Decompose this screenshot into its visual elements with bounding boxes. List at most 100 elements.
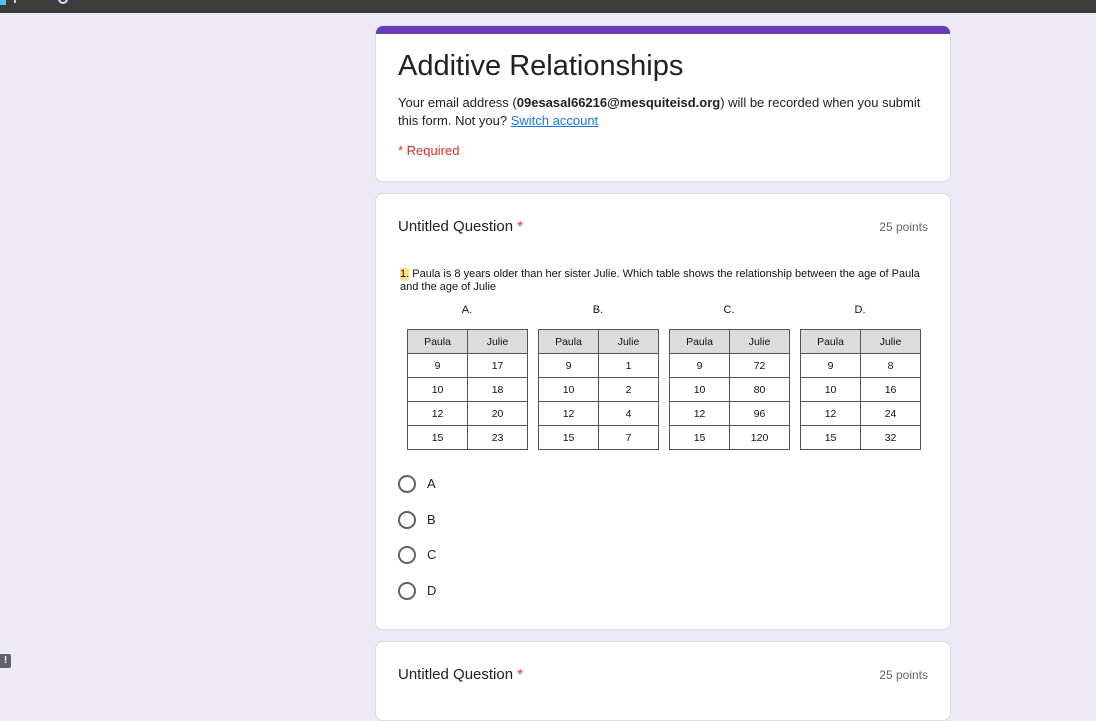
table-header: Julie (598, 329, 659, 354)
table-row: 12 4 (537, 401, 659, 426)
tab-icon (14, 0, 16, 3)
question-points: 25 points (879, 220, 928, 234)
form-title: Additive Relationships (398, 50, 684, 82)
table-cell: 9 (799, 353, 862, 378)
required-star: * (517, 218, 524, 235)
table-row: 12 20 (406, 401, 528, 426)
table-cell: 120 (729, 425, 790, 450)
question-number: 1. (400, 268, 410, 280)
table-row: 98 (799, 353, 921, 378)
table-header: Paula (668, 329, 731, 354)
table-cell: 96 (729, 401, 790, 426)
question-title: Untitled Question * (398, 218, 523, 235)
table-cell: 15 (537, 425, 600, 450)
table-header-row: Paula Julie (537, 329, 659, 354)
table-row: 91 (537, 353, 659, 378)
required-note: * Required (398, 143, 460, 158)
question-card: Untitled Question * 25 points 1. Paula i… (375, 193, 951, 630)
table-header: Paula (799, 329, 862, 354)
browser-top-bar (0, 0, 1096, 13)
table-cell: 15 (799, 425, 862, 450)
table-cell: 4 (598, 401, 659, 426)
table-row: 10 2 (537, 377, 659, 402)
table-cell: 20 (467, 401, 528, 426)
table-header-row: Paula Julie (668, 329, 790, 354)
choice-label: D (427, 583, 437, 598)
table-a: Paula Julie 9 17 10 18 12 20 15 23 (406, 329, 528, 450)
email-notice: Your email address (09esasal66216@mesqui… (398, 94, 928, 130)
choice-label: C (427, 547, 437, 562)
choice-label: A (427, 476, 436, 491)
table-cell: 10 (799, 377, 862, 402)
table-row: 15 7 (537, 425, 659, 450)
table-b: Paula Julie 91 10 2 12 4 15 7 (537, 329, 659, 450)
choice-c[interactable]: C (398, 544, 598, 568)
choice-a[interactable]: A (398, 473, 598, 497)
loading-icon (58, 0, 68, 4)
question-title-text: Untitled Question (398, 218, 514, 235)
table-row: 9 17 (406, 353, 528, 378)
radio-button[interactable] (398, 511, 416, 529)
table-cell: 12 (537, 401, 600, 426)
table-cell: 9 (668, 353, 731, 378)
radio-button[interactable] (398, 475, 416, 493)
table-letter-d: D. (854, 304, 866, 316)
form-accent-bar (376, 26, 950, 34)
table-letter-c: C. (723, 304, 735, 316)
table-cell: 1 (598, 353, 659, 378)
table-row: 15 23 (406, 425, 528, 450)
question-title-text: Untitled Question (398, 666, 514, 683)
choice-b[interactable]: B (398, 509, 598, 533)
table-letter-b: B. (592, 304, 604, 316)
table-row: 15 32 (799, 425, 921, 450)
table-header-row: Paula Julie (799, 329, 921, 354)
table-cell: 18 (467, 377, 528, 402)
table-cell: 10 (406, 377, 469, 402)
table-row: 10 16 (799, 377, 921, 402)
app-icon[interactable] (0, 0, 6, 5)
choice-d[interactable]: D (398, 580, 598, 604)
radio-button[interactable] (398, 582, 416, 600)
table-cell: 12 (668, 401, 731, 426)
table-row: 9 72 (668, 353, 790, 378)
table-header: Julie (860, 329, 921, 354)
table-cell: 7 (598, 425, 659, 450)
question-body: Paula is 8 years older than her sister J… (400, 268, 920, 293)
table-row: 15 120 (668, 425, 790, 450)
table-cell: 72 (729, 353, 790, 378)
table-row: 10 18 (406, 377, 528, 402)
question-points: 25 points (879, 668, 928, 682)
table-cell: 10 (668, 377, 731, 402)
feedback-button[interactable]: ! (0, 654, 11, 668)
table-row: 12 96 (668, 401, 790, 426)
question-card-2: Untitled Question * 25 points (375, 641, 951, 721)
table-row: 12 24 (799, 401, 921, 426)
choice-label: B (427, 512, 436, 527)
email-prefix: Your email address ( (398, 95, 517, 110)
radio-button[interactable] (398, 546, 416, 564)
table-cell: 10 (537, 377, 600, 402)
table-c: Paula Julie 9 72 10 80 12 96 15 120 (668, 329, 790, 450)
table-row: 10 80 (668, 377, 790, 402)
table-letter-a: A. (461, 304, 473, 316)
email-address: 09esasal66216@mesquiteisd.org (516, 95, 721, 110)
table-cell: 32 (860, 425, 921, 450)
question-image: 1. Paula is 8 years older than her siste… (398, 264, 928, 454)
question-text: 1. Paula is 8 years older than her siste… (400, 268, 925, 294)
form-header-card: Additive Relationships Your email addres… (375, 25, 951, 182)
required-star: * (517, 666, 524, 683)
table-cell: 9 (537, 353, 600, 378)
table-header: Paula (537, 329, 600, 354)
question-title: Untitled Question * (398, 666, 523, 683)
table-header: Julie (467, 329, 528, 354)
table-cell: 17 (467, 353, 528, 378)
table-cell: 8 (860, 353, 921, 378)
table-d: Paula Julie 98 10 16 12 24 15 32 (799, 329, 921, 450)
switch-account-link[interactable]: Switch account (511, 113, 598, 128)
table-cell: 9 (406, 353, 469, 378)
table-header: Paula (406, 329, 469, 354)
table-cell: 16 (860, 377, 921, 402)
table-cell: 15 (668, 425, 731, 450)
table-cell: 2 (598, 377, 659, 402)
table-cell: 12 (799, 401, 862, 426)
